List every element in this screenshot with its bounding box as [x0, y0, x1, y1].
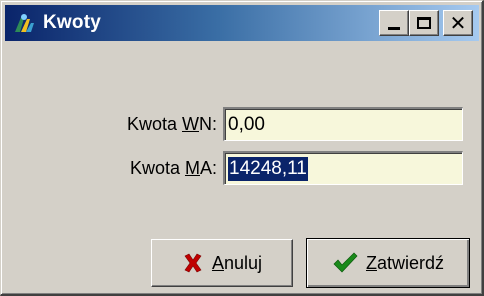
confirm-button[interactable]: Zatwierdź: [306, 238, 470, 288]
cancel-button[interactable]: Anuluj: [151, 239, 293, 287]
x-icon: [182, 252, 204, 274]
minimize-button[interactable]: [379, 10, 409, 36]
close-button[interactable]: ✕: [443, 10, 473, 36]
wn-row: Kwota WN: 0,00: [97, 107, 463, 141]
checkmark-icon: [332, 251, 358, 275]
app-icon: [11, 10, 37, 36]
window-controls: ✕: [379, 10, 473, 36]
dialog-window: Kwoty ✕ Kwota WN: 0,00 Kwota MA: 14248,1…: [0, 0, 484, 296]
title-bar[interactable]: Kwoty ✕: [5, 5, 479, 41]
kwota-ma-value: 14248,11: [228, 156, 308, 181]
maximize-button[interactable]: [409, 10, 439, 36]
window-title: Kwoty: [43, 12, 101, 33]
wn-label: Kwota WN:: [126, 113, 217, 134]
minimize-icon: [388, 27, 400, 30]
kwota-ma-input[interactable]: 14248,11: [223, 151, 463, 185]
close-icon: ✕: [449, 10, 467, 35]
cancel-label: Anuluj: [211, 252, 263, 273]
kwota-wn-input[interactable]: 0,00: [223, 107, 463, 141]
confirm-label: Zatwierdź: [365, 252, 445, 273]
ma-row: Kwota MA: 14248,11: [97, 151, 463, 185]
kwota-wn-value: 0,00: [228, 113, 265, 135]
maximize-icon: [417, 17, 431, 29]
ma-label: Kwota MA:: [129, 157, 217, 178]
